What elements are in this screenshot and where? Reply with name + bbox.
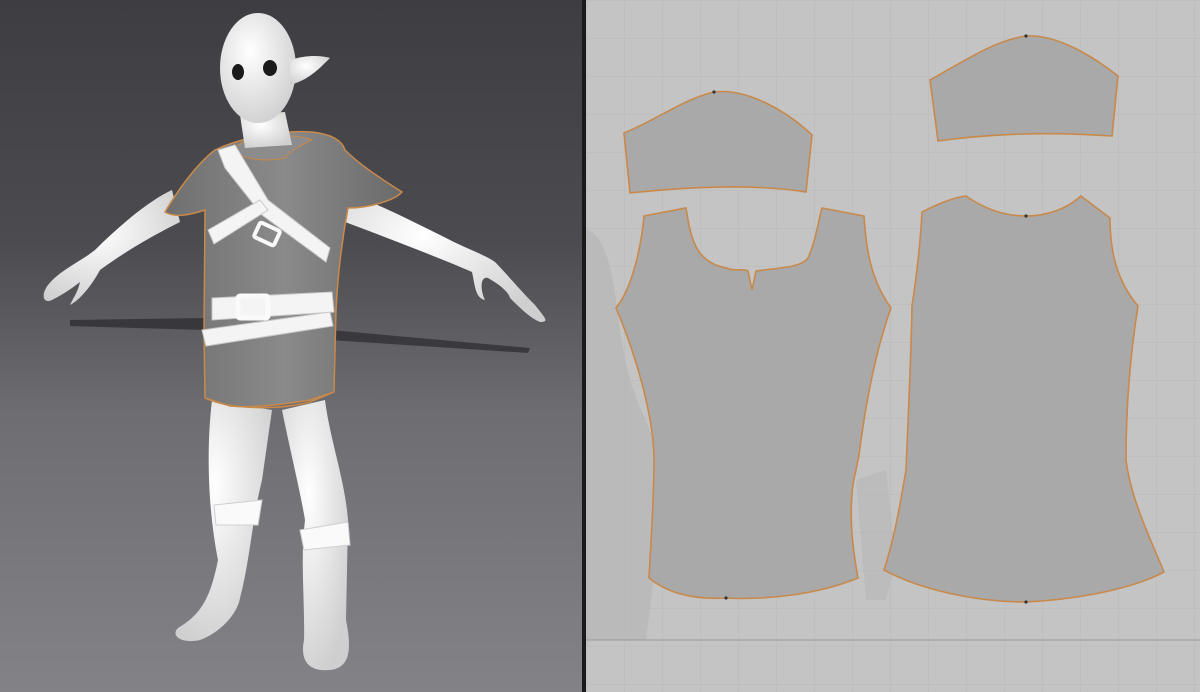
3d-scene[interactable]	[0, 0, 582, 692]
avatar-eye-left	[232, 64, 244, 80]
avatar-head	[220, 13, 296, 123]
3d-viewport[interactable]	[0, 0, 582, 692]
avatar-eye-right	[263, 60, 277, 76]
notch-point[interactable]	[1024, 34, 1028, 38]
notch-point[interactable]	[724, 596, 728, 600]
notch-point[interactable]	[1024, 600, 1028, 604]
tunic-garment[interactable]	[163, 130, 404, 408]
notch-point[interactable]	[1024, 214, 1028, 218]
boot-cuff-left	[213, 499, 263, 526]
avatar-arm-right	[340, 190, 546, 322]
2d-pattern-viewport[interactable]	[586, 0, 1200, 692]
avatar-arm-left	[43, 190, 181, 305]
app-window	[0, 0, 1200, 692]
pattern-canvas[interactable]	[586, 0, 1200, 692]
notch-point[interactable]	[712, 90, 716, 94]
avatar-ear	[290, 55, 330, 85]
